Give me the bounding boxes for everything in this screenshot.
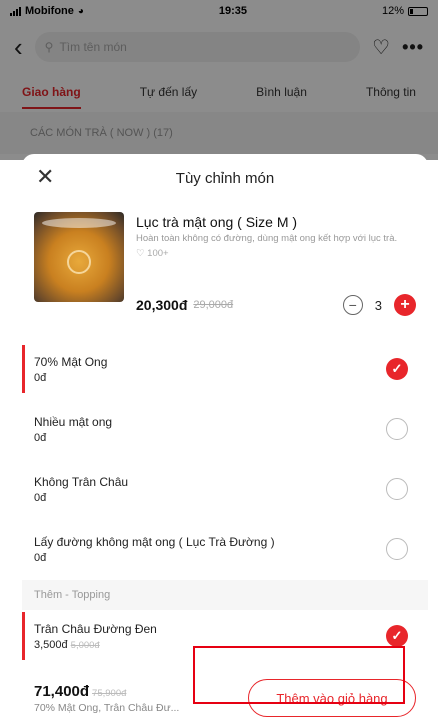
topping-old-cost: 5,000đ bbox=[70, 639, 100, 651]
option-item[interactable]: Không Trân Châu 0đ bbox=[22, 459, 428, 519]
option-item[interactable]: 70% Mật Ong 0đ ✓ bbox=[22, 339, 428, 399]
close-icon[interactable]: ✕ bbox=[36, 164, 54, 190]
cart-footer: 71,400đ 75,900đ 70% Mật Ong, Trân Châu Đư… bbox=[22, 672, 428, 724]
product-image bbox=[34, 212, 124, 302]
option-item[interactable]: Lấy đường không mật ong ( Lục Trà Đường … bbox=[22, 519, 428, 579]
tab-delivery[interactable]: Giao hàng bbox=[22, 85, 81, 109]
product-old-price: 29,000đ bbox=[193, 299, 234, 311]
status-bar: Mobifone ◕ 19:35 12% bbox=[0, 0, 438, 22]
topping-cost: 3,500đ bbox=[34, 638, 68, 651]
product-price: 20,300đ bbox=[136, 297, 188, 313]
options-list: 70% Mật Ong 0đ ✓ Nhiều mật ong 0đ Không … bbox=[22, 339, 428, 579]
like-icon: ♡ bbox=[136, 247, 145, 259]
back-icon[interactable]: ‹ bbox=[14, 34, 23, 60]
more-icon[interactable]: ••• bbox=[402, 37, 424, 58]
total-price: 71,400đ bbox=[34, 682, 90, 700]
signal-icon bbox=[10, 6, 21, 16]
total-old-price: 75,900đ bbox=[92, 687, 127, 699]
option-cost: 0đ bbox=[34, 371, 47, 384]
option-name: Lấy đường không mật ong ( Lục Trà Đường … bbox=[34, 534, 275, 549]
topping-list: Trân Châu Đường Đen 3,500đ 5,000đ ✓ bbox=[22, 606, 428, 666]
option-cost: 0đ bbox=[34, 551, 47, 564]
topping-name: Trân Châu Đường Đen bbox=[34, 621, 157, 636]
option-cost: 0đ bbox=[34, 431, 47, 444]
checked-icon[interactable]: ✓ bbox=[386, 358, 408, 380]
heart-icon[interactable]: ♡ bbox=[372, 35, 390, 60]
sheet-title: Tùy chỉnh món bbox=[175, 169, 275, 187]
option-item[interactable]: Nhiều mật ong 0đ bbox=[22, 399, 428, 459]
quantity-value: 3 bbox=[374, 297, 382, 313]
product-sold: 100+ bbox=[147, 247, 169, 259]
clock: 19:35 bbox=[218, 5, 248, 17]
menu-section-label: CÁC MÓN TRÀ ( NOW ) (17) bbox=[0, 112, 438, 154]
customize-sheet: ✕ Tùy chỉnh món Lục trà mật ong ( Size M… bbox=[22, 154, 428, 724]
battery-icon bbox=[407, 6, 428, 16]
topping-item[interactable]: Trân Châu Đường Đen 3,500đ 5,000đ ✓ bbox=[22, 606, 428, 666]
add-to-cart-button[interactable]: Thêm vào giỏ hàng bbox=[248, 679, 416, 717]
checked-icon[interactable]: ✓ bbox=[386, 625, 408, 647]
background-screen: Mobifone ◕ 19:35 12% ‹ ⚲ Tìm tên món ♡ •… bbox=[0, 0, 438, 160]
tab-info[interactable]: Thông tin bbox=[366, 85, 416, 99]
product-card: Lục trà mật ong ( Size M ) Hoàn toàn khô… bbox=[22, 202, 428, 354]
search-input[interactable]: ⚲ Tìm tên món bbox=[34, 32, 361, 62]
decrease-quantity-button[interactable]: − bbox=[342, 295, 363, 315]
tab-reviews[interactable]: Bình luận bbox=[256, 85, 307, 99]
selection-summary: 70% Mật Ong, Trân Châu Đư... bbox=[34, 701, 180, 714]
radio-icon[interactable] bbox=[386, 418, 408, 440]
option-name: Không Trân Châu bbox=[34, 474, 129, 489]
tab-pickup[interactable]: Tự đến lấy bbox=[140, 85, 197, 99]
sheet-header: ✕ Tùy chỉnh món bbox=[22, 154, 428, 202]
product-name: Lục trà mật ong ( Size M ) bbox=[136, 214, 298, 230]
radio-icon[interactable] bbox=[386, 538, 408, 560]
search-icon: ⚲ bbox=[44, 40, 54, 54]
price-bar: 20,300đ 29,000đ − 3 + bbox=[136, 294, 416, 316]
increase-quantity-button[interactable]: + bbox=[394, 294, 416, 316]
tab-bar: Giao hàng Tự đến lấy Bình luận Thông tin bbox=[0, 72, 438, 112]
search-row: ‹ ⚲ Tìm tên món ♡ ••• bbox=[0, 22, 438, 72]
carrier-label: Mobifone bbox=[25, 5, 74, 17]
quantity-stepper: − 3 + bbox=[342, 294, 416, 316]
product-description: Hoàn toàn không có đường, dùng mật ong k… bbox=[136, 233, 398, 244]
option-name: 70% Mật Ong bbox=[34, 354, 108, 369]
radio-icon[interactable] bbox=[386, 478, 408, 500]
wifi-icon: ◕ bbox=[77, 5, 84, 17]
battery-label: 12% bbox=[381, 5, 404, 17]
option-name: Nhiều mật ong bbox=[34, 414, 113, 429]
search-placeholder: Tìm tên món bbox=[59, 40, 127, 54]
option-cost: 0đ bbox=[34, 491, 47, 504]
